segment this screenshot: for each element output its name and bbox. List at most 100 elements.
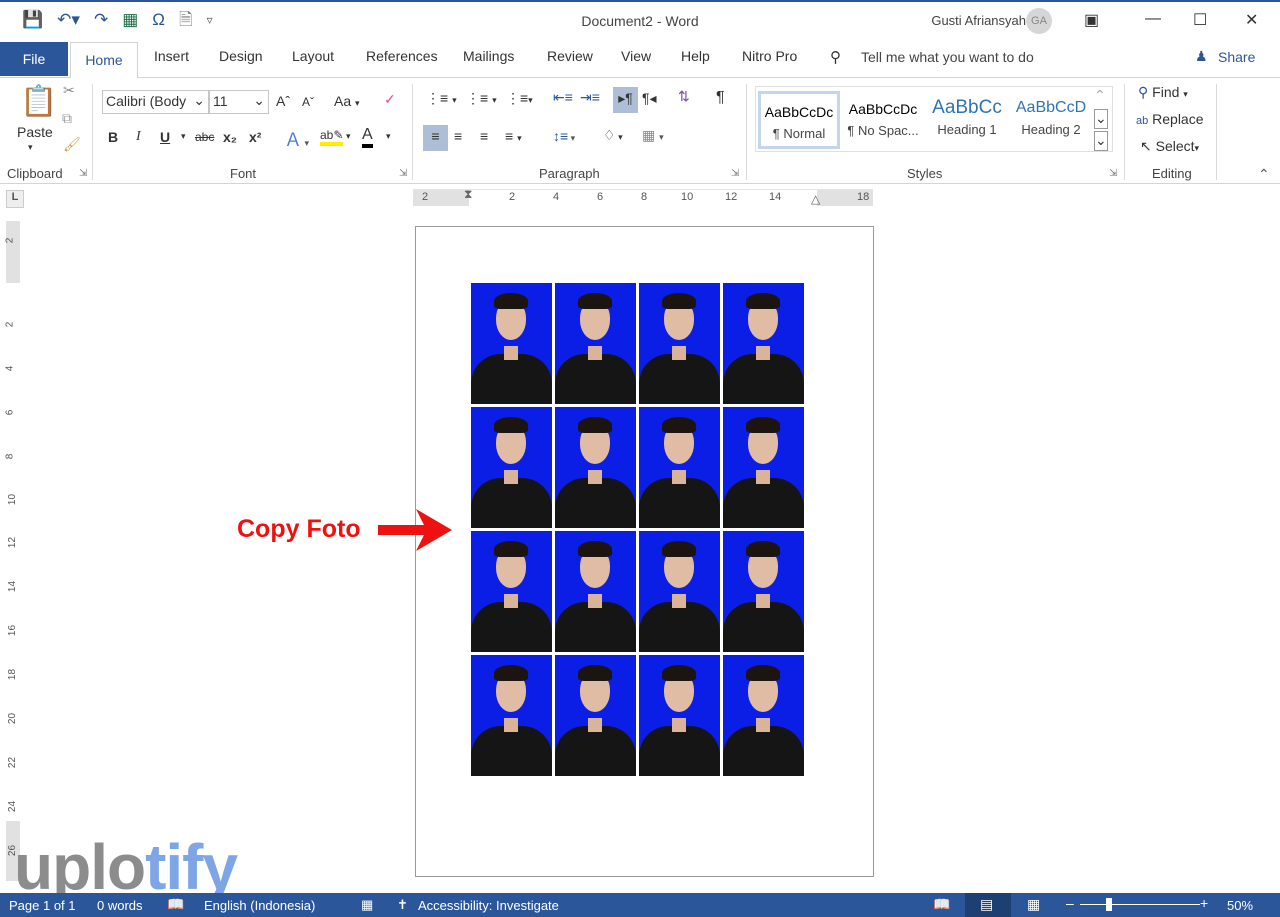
zoom-slider[interactable] — [1080, 904, 1200, 905]
passport-photo[interactable] — [639, 531, 720, 652]
passport-photo[interactable] — [555, 407, 636, 528]
tab-home[interactable]: Home — [70, 42, 138, 78]
passport-photo[interactable] — [723, 283, 804, 404]
tab-help[interactable]: Help — [681, 48, 710, 64]
justify-icon[interactable]: ≡ ▾ — [505, 128, 522, 144]
tab-review[interactable]: Review — [547, 48, 593, 64]
passport-photo[interactable] — [555, 655, 636, 776]
underline-button[interactable]: U — [160, 129, 170, 145]
tab-file[interactable]: File — [0, 42, 68, 76]
avatar[interactable]: GA — [1026, 8, 1052, 34]
change-case-button[interactable]: Aa ▾ — [334, 93, 360, 109]
zoom-in-icon[interactable]: + — [1200, 895, 1208, 911]
style-no-spacing[interactable]: AaBbCcDc ¶ No Spac... — [842, 91, 924, 149]
tab-design[interactable]: Design — [219, 48, 263, 64]
style-heading-1[interactable]: AaBbCc Heading 1 — [926, 91, 1008, 149]
tab-selector-icon[interactable]: L — [6, 190, 24, 208]
font-color-icon[interactable]: A — [362, 126, 373, 148]
passport-photo[interactable] — [555, 531, 636, 652]
tab-nitro-pro[interactable]: Nitro Pro — [742, 48, 797, 64]
accessibility-status[interactable]: Accessibility: Investigate — [418, 898, 559, 913]
clear-formatting-icon[interactable]: ✓ — [384, 91, 396, 108]
word-count[interactable]: 0 words — [97, 898, 143, 913]
line-spacing-icon[interactable]: ↕≡ ▾ — [553, 128, 575, 144]
minimize-icon[interactable]: — — [1145, 10, 1161, 28]
font-name-combo[interactable]: Calibri (Body ⌄ — [102, 90, 209, 114]
paste-dropdown-icon[interactable]: ▾ — [28, 142, 33, 153]
underline-dropdown-icon[interactable]: ▾ — [181, 131, 186, 142]
clipboard-launcher-icon[interactable]: ⇲ — [79, 168, 87, 179]
styles-launcher-icon[interactable]: ⇲ — [1109, 168, 1117, 179]
ribbon-display-icon[interactable]: ▣ — [1084, 10, 1099, 30]
passport-photo[interactable] — [471, 407, 552, 528]
text-effects-icon[interactable]: Ａ ▾ — [284, 126, 309, 152]
share-button[interactable]: Share — [1218, 49, 1255, 65]
close-icon[interactable]: ✕ — [1245, 10, 1258, 30]
font-color-dropdown-icon[interactable]: ▾ — [386, 131, 391, 142]
passport-photo[interactable] — [723, 655, 804, 776]
superscript-button[interactable]: x² — [249, 129, 261, 145]
indent-marker-icon[interactable]: ⧗ — [464, 187, 472, 202]
passport-photo[interactable] — [639, 283, 720, 404]
passport-photo[interactable] — [639, 655, 720, 776]
show-formatting-icon[interactable]: ¶ — [716, 89, 725, 107]
tell-me-search[interactable]: Tell me what you want to do — [861, 49, 1034, 65]
document-page[interactable] — [415, 226, 874, 877]
borders-icon[interactable]: ▦ ▾ — [642, 127, 664, 144]
styles-more-icon[interactable]: ⌄ — [1094, 131, 1108, 151]
macro-recording-icon[interactable]: ▦ — [361, 897, 373, 913]
bold-button[interactable]: B — [108, 129, 118, 145]
bullets-icon[interactable]: ⋮≡ ▾ — [426, 90, 457, 107]
numbering-icon[interactable]: ⋮≡ ▾ — [466, 90, 497, 107]
styles-scroll-down-icon[interactable]: ⌄ — [1094, 109, 1108, 129]
language-indicator[interactable]: English (Indonesia) — [204, 898, 315, 913]
user-name[interactable]: Gusti Afriansyah — [931, 13, 1026, 28]
shrink-font-icon[interactable]: Aˇ — [302, 95, 314, 109]
format-painter-icon[interactable]: 🖌 — [63, 136, 81, 153]
select-button[interactable]: ↖ Select▾ — [1140, 138, 1199, 155]
passport-photo[interactable] — [723, 407, 804, 528]
replace-button[interactable]: ab Replace — [1136, 111, 1204, 127]
tab-view[interactable]: View — [621, 48, 651, 64]
passport-photo[interactable] — [471, 283, 552, 404]
horizontal-ruler[interactable]: 2 2 4 6 8 10 12 14 18 ⧗ △ — [413, 187, 873, 206]
strikethrough-button[interactable]: abc — [195, 130, 214, 144]
subscript-button[interactable]: x₂ — [223, 129, 237, 145]
print-layout-icon[interactable]: ▤ — [980, 896, 993, 913]
font-size-combo[interactable]: 11 ⌄ — [209, 90, 269, 114]
highlight-color-icon[interactable]: ab✎ — [320, 128, 344, 146]
right-indent-marker-icon[interactable]: △ — [811, 192, 820, 206]
shading-icon[interactable]: ♢ ▾ — [603, 127, 623, 144]
style-heading-2[interactable]: AaBbCcD Heading 2 — [1010, 91, 1092, 149]
cut-icon[interactable]: ✂ — [63, 82, 75, 99]
page-count[interactable]: Page 1 of 1 — [9, 898, 76, 913]
tab-insert[interactable]: Insert — [154, 48, 189, 64]
copy-icon[interactable]: ⧉ — [62, 110, 72, 127]
passport-photo[interactable] — [723, 531, 804, 652]
read-mode-icon[interactable]: 📖 — [933, 896, 950, 913]
increase-indent-icon[interactable]: ⇥≡ — [580, 89, 600, 106]
zoom-level[interactable]: 50% — [1227, 898, 1253, 913]
sort-icon[interactable]: ⇅ — [678, 88, 690, 105]
italic-button[interactable]: I — [136, 129, 141, 145]
paragraph-launcher-icon[interactable]: ⇲ — [731, 168, 739, 179]
align-right-icon[interactable]: ≡ — [480, 128, 488, 144]
passport-photo[interactable] — [471, 531, 552, 652]
tab-mailings[interactable]: Mailings — [463, 48, 514, 64]
zoom-slider-thumb[interactable] — [1106, 898, 1112, 911]
passport-photo[interactable] — [471, 655, 552, 776]
web-layout-icon[interactable]: ▦ — [1027, 896, 1040, 913]
tab-references[interactable]: References — [366, 48, 438, 64]
align-center-icon[interactable]: ≡ — [454, 128, 462, 144]
multilevel-list-icon[interactable]: ⋮≡▾ — [506, 90, 533, 107]
ltr-direction-icon[interactable]: ▸¶ — [613, 87, 638, 113]
grow-font-icon[interactable]: Aˆ — [276, 93, 290, 109]
passport-photo[interactable] — [555, 283, 636, 404]
paste-button[interactable]: Paste — [17, 124, 53, 140]
styles-scroll-up-icon[interactable]: ⌃ — [1094, 87, 1106, 104]
highlight-dropdown-icon[interactable]: ▾ — [346, 131, 351, 142]
style-normal[interactable]: AaBbCcDc ¶ Normal — [758, 91, 840, 149]
find-button[interactable]: ⚲ Find ▾ — [1138, 84, 1188, 101]
font-launcher-icon[interactable]: ⇲ — [399, 168, 407, 179]
rtl-direction-icon[interactable]: ¶◂ — [642, 90, 657, 107]
